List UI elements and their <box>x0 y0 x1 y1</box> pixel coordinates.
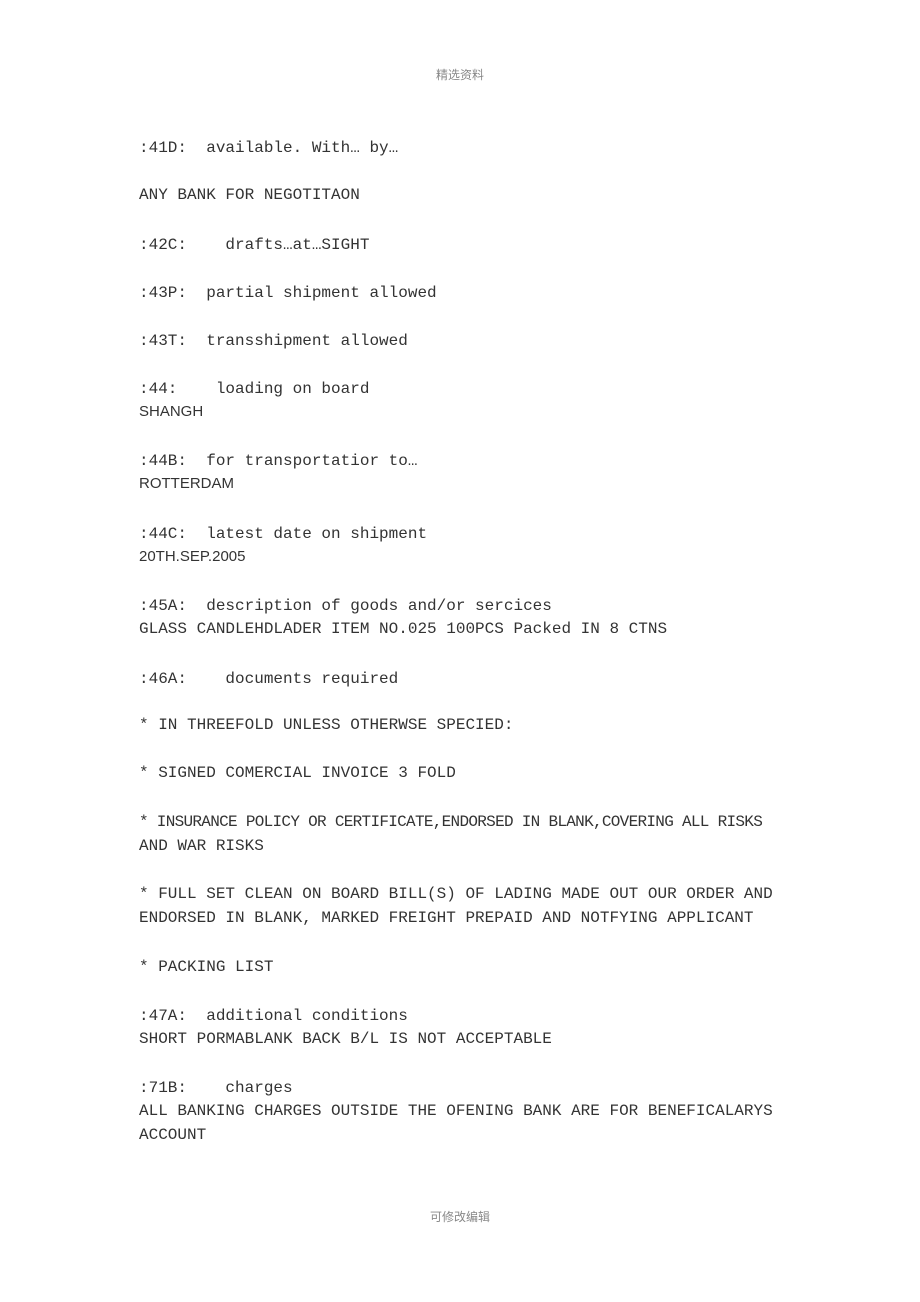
field-41d: :41D: available. With… by… <box>139 139 399 157</box>
field-44b: :44B: for transportatior to… <box>139 452 418 470</box>
field-71b-value-cont: ACCOUNT <box>139 1126 207 1144</box>
field-44c-value: 20TH.SEP.2005 <box>139 548 246 565</box>
field-46a: :46A: documents required <box>139 670 399 688</box>
field-43p: :43P: partial shipment allowed <box>139 284 437 302</box>
field-42c: :42C: drafts…at…SIGHT <box>139 236 370 254</box>
page-header: 精选资料 <box>435 68 484 82</box>
doc-item-cont: AND WAR RISKS <box>139 837 264 855</box>
field-47a-value: SHORT PORMABLANK BACK B/L IS NOT ACCEPTA… <box>139 1030 552 1048</box>
field-45a: :45A: description of goods and/or sercic… <box>139 597 552 615</box>
field-44: :44: loading on board <box>139 380 370 398</box>
doc-item: * INSURANCE POLICY OR CERTIFICATE,ENDORS… <box>139 813 763 831</box>
field-44c: :44C: latest date on shipment <box>139 525 428 543</box>
doc-item-cont: ENDORSED IN BLANK, MARKED FREIGHT PREPAI… <box>139 909 754 927</box>
doc-item: * PACKING LIST <box>139 958 274 976</box>
field-44b-value: ROTTERDAM <box>139 475 234 492</box>
doc-item: * SIGNED COMERCIAL INVOICE 3 FOLD <box>139 764 456 782</box>
page-footer: 可修改编辑 <box>429 1210 490 1224</box>
field-71b: :71B: charges <box>139 1079 293 1097</box>
field-45a-value: GLASS CANDLEHDLADER ITEM NO.025 100PCS P… <box>139 620 668 638</box>
field-71b-value: ALL BANKING CHARGES OUTSIDE THE OFENING … <box>139 1102 773 1120</box>
field-43t: :43T: transshipment allowed <box>139 332 408 350</box>
field-44-value: SHANGH <box>139 403 204 420</box>
field-41d-value: ANY BANK FOR NEGOTITAON <box>139 186 360 204</box>
doc-item: * IN THREEFOLD UNLESS OTHERWSE SPECIED: <box>139 716 514 734</box>
doc-item: * FULL SET CLEAN ON BOARD BILL(S) OF LAD… <box>139 885 773 903</box>
field-47a: :47A: additional conditions <box>139 1007 408 1025</box>
